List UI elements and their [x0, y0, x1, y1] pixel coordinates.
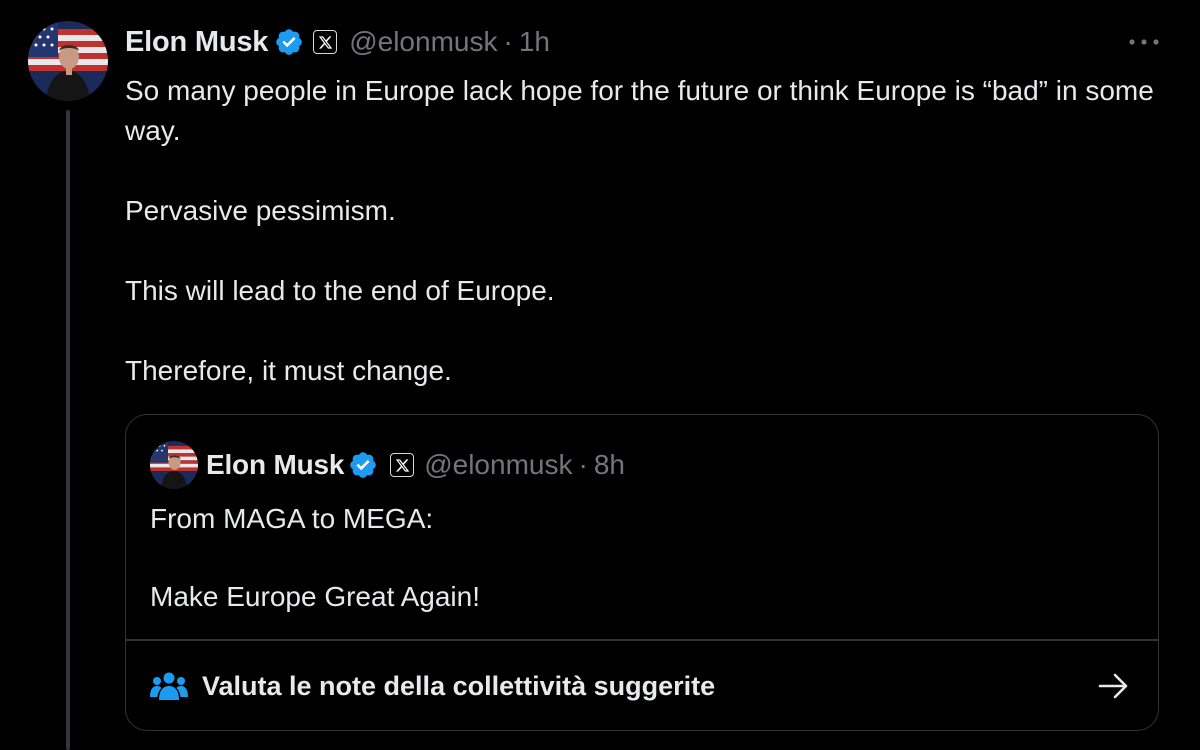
verified-badge-icon[interactable] [274, 27, 304, 57]
quoted-author-handle: @elonmusk [424, 449, 573, 480]
x-affiliate-badge-icon[interactable] [313, 30, 338, 54]
avatar[interactable] [28, 21, 108, 101]
quoted-avatar-image [150, 441, 198, 489]
avatar-image [28, 21, 108, 101]
tweet[interactable]: Elon Musk @elonmusk · 1h So many people … [0, 0, 1200, 750]
community-notes-label[interactable]: Valuta le note della collettività sugger… [202, 671, 715, 702]
community-notes-prompt[interactable]: Valuta le note della collettività sugger… [126, 641, 1158, 730]
quoted-author-name: Elon Musk [206, 449, 345, 480]
quoted-tweet-card[interactable]: Elon Musk @elonmusk · 8h From MAGA to ME… [125, 414, 1159, 731]
quoted-paragraph: Make Europe Great Again! [150, 581, 480, 612]
more-horizontal-icon [1129, 39, 1159, 45]
arrow-right-icon[interactable] [1098, 671, 1130, 701]
quoted-tweet-header: Elon Musk @elonmusk · 8h [150, 441, 625, 489]
people-icon [150, 670, 188, 702]
quoted-avatar [150, 441, 198, 489]
tweet-paragraph: Pervasive pessimism. [125, 195, 396, 226]
quoted-paragraph: From MAGA to MEGA: [150, 503, 434, 534]
separator-dot: · [578, 449, 588, 480]
thread-line [66, 110, 70, 750]
tweet-paragraph: Therefore, it must change. [125, 355, 452, 386]
tweet-paragraph: So many people in Europe lack hope for t… [125, 75, 1154, 146]
tweet-paragraph: This will lead to the end of Europe. [125, 275, 555, 306]
quoted-tweet-timestamp: 8h [593, 449, 625, 480]
separator-dot: · [503, 26, 513, 57]
author-handle[interactable]: @elonmusk [349, 26, 497, 58]
x-affiliate-badge-icon [390, 453, 415, 477]
quoted-tweet-text: From MAGA to MEGA: Make Europe Great Aga… [150, 499, 1130, 617]
verified-badge-icon [348, 450, 378, 480]
more-options-button[interactable] [1124, 30, 1164, 54]
tweet-text: So many people in Europe lack hope for t… [125, 71, 1165, 391]
tweet-timestamp[interactable]: 1h [519, 26, 550, 58]
tweet-header: Elon Musk @elonmusk · 1h [125, 22, 550, 62]
author-name[interactable]: Elon Musk [125, 26, 268, 59]
